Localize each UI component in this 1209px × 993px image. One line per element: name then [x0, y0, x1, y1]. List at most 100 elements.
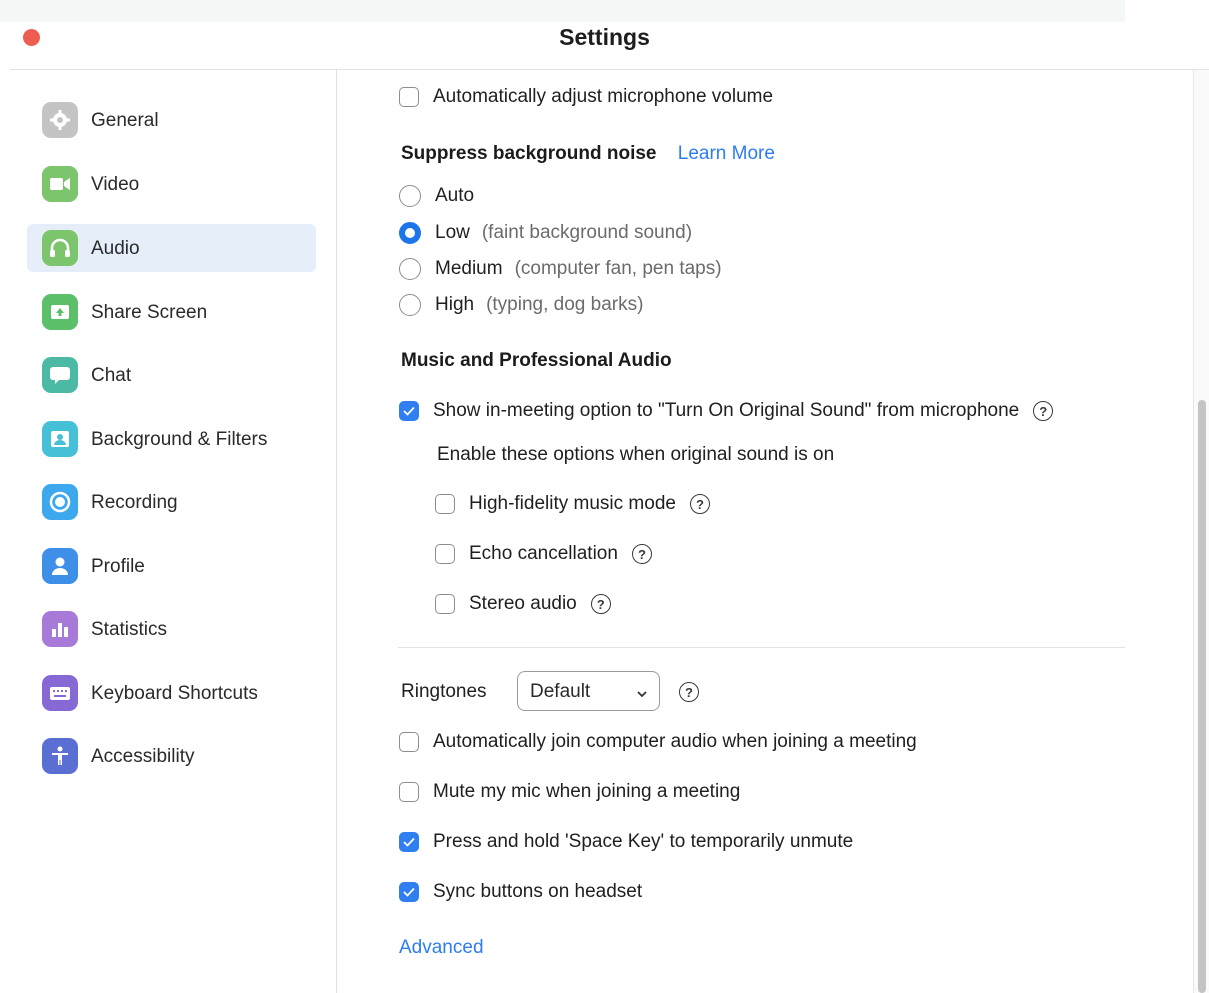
sidebar-item-general[interactable]: General: [27, 96, 316, 144]
sidebar-item-label: Share Screen: [91, 302, 208, 323]
sidebar-item-label: Accessibility: [91, 746, 195, 767]
echo-cancellation-label: Echo cancellation: [469, 543, 618, 564]
hifi-music-option[interactable]: High-fidelity music mode ?: [435, 493, 710, 515]
sync-headset-checkbox[interactable]: [399, 882, 419, 902]
record-icon: [42, 484, 78, 520]
ringtones-select-value: Default: [530, 681, 591, 702]
checkmark-icon: [403, 887, 415, 897]
echo-cancellation-option[interactable]: Echo cancellation ?: [435, 543, 652, 565]
sidebar-item-label: Chat: [91, 365, 132, 386]
keyboard-icon: [42, 675, 78, 711]
auto-join-audio-label: Automatically join computer audio when j…: [433, 731, 917, 752]
advanced-link[interactable]: Advanced: [399, 937, 484, 959]
auto-adjust-mic-checkbox[interactable]: [399, 87, 419, 107]
auto-adjust-mic-option[interactable]: Automatically adjust microphone volume: [399, 86, 773, 108]
echo-cancellation-checkbox[interactable]: [435, 544, 455, 564]
noise-option-label: Auto: [435, 185, 475, 206]
sidebar-item-label: Background & Filters: [91, 429, 268, 450]
noise-auto-radio[interactable]: [399, 185, 421, 207]
auto-adjust-mic-label: Automatically adjust microphone volume: [433, 86, 774, 107]
noise-option-medium[interactable]: Medium (computer fan, pen taps): [399, 258, 722, 280]
suppress-noise-heading: Suppress background noise: [401, 143, 657, 164]
stereo-audio-checkbox[interactable]: [435, 594, 455, 614]
sidebar-item-label: Video: [91, 174, 140, 195]
title-bar: Settings: [0, 0, 1209, 70]
noise-option-high[interactable]: High (typing, dog barks): [399, 294, 643, 316]
video-camera-icon: [42, 166, 78, 202]
sidebar-item-label: Statistics: [91, 619, 168, 640]
mute-on-join-option[interactable]: Mute my mic when joining a meeting: [399, 781, 740, 803]
chevron-down-icon: [637, 685, 647, 703]
sidebar-item-label: General: [91, 110, 159, 131]
space-to-unmute-option[interactable]: Press and hold 'Space Key' to temporaril…: [399, 831, 853, 853]
sidebar-divider: [336, 70, 337, 993]
original-sound-checkbox[interactable]: [399, 401, 419, 421]
noise-high-radio[interactable]: [399, 294, 421, 316]
sidebar-item-label: Recording: [91, 492, 178, 513]
ringtones-help[interactable]: ?: [665, 682, 699, 702]
noise-option-label: Medium: [435, 258, 503, 279]
ringtones-label-text: Ringtones: [401, 681, 487, 702]
auto-join-audio-option[interactable]: Automatically join computer audio when j…: [399, 731, 917, 753]
sidebar-item-label: Keyboard Shortcuts: [91, 683, 258, 704]
hifi-music-checkbox[interactable]: [435, 494, 455, 514]
person-portrait-icon: [42, 421, 78, 457]
help-icon[interactable]: ?: [590, 594, 611, 614]
sidebar-item-label: Profile: [91, 556, 145, 577]
noise-option-low[interactable]: Low (faint background sound): [399, 222, 692, 244]
ringtones-select[interactable]: Default: [517, 671, 660, 711]
noise-option-hint: (faint background sound): [481, 222, 693, 243]
space-to-unmute-checkbox[interactable]: [399, 832, 419, 852]
help-icon[interactable]: ?: [689, 494, 710, 514]
chat-bubble-icon: [42, 357, 78, 393]
stereo-audio-label: Stereo audio: [469, 593, 577, 614]
space-to-unmute-label: Press and hold 'Space Key' to temporaril…: [433, 831, 854, 852]
bar-chart-icon: [42, 611, 78, 647]
sidebar-item-statistics[interactable]: Statistics: [27, 605, 316, 653]
noise-option-label: High: [435, 294, 475, 315]
music-pro-heading: Music and Professional Audio: [401, 350, 672, 371]
sidebar-item-background-filters[interactable]: Background & Filters: [27, 415, 316, 463]
checkmark-icon: [403, 406, 415, 416]
sync-headset-option[interactable]: Sync buttons on headset: [399, 881, 642, 903]
sidebar-item-share-screen[interactable]: Share Screen: [27, 288, 316, 336]
learn-more-link[interactable]: Learn More: [678, 143, 775, 164]
auto-join-audio-checkbox[interactable]: [399, 732, 419, 752]
suppress-noise-section: Suppress background noise Learn More: [401, 143, 775, 165]
noise-option-label: Low: [435, 222, 470, 243]
noise-low-radio[interactable]: [399, 222, 421, 244]
noise-option-auto[interactable]: Auto: [399, 185, 474, 207]
window-title: Settings: [559, 24, 650, 50]
ringtones-label: Ringtones: [401, 681, 487, 703]
noise-option-hint: (typing, dog barks): [486, 294, 644, 315]
person-icon: [42, 548, 78, 584]
sidebar-item-keyboard-shortcuts[interactable]: Keyboard Shortcuts: [27, 669, 316, 717]
original-sound-sub-heading: Enable these options when original sound…: [437, 444, 834, 466]
gear-icon: [42, 102, 78, 138]
headphones-icon: [42, 230, 78, 266]
noise-option-hint: (computer fan, pen taps): [514, 258, 722, 279]
original-sound-label: Show in-meeting option to "Turn On Origi…: [433, 400, 1020, 421]
sidebar-item-accessibility[interactable]: Accessibility: [27, 732, 316, 780]
sidebar-item-label: Audio: [91, 238, 140, 259]
sidebar-item-recording[interactable]: Recording: [27, 478, 316, 526]
original-sound-option[interactable]: Show in-meeting option to "Turn On Origi…: [399, 400, 1054, 422]
sidebar-item-chat[interactable]: Chat: [27, 351, 316, 399]
sub-heading-text: Enable these options when original sound…: [437, 444, 835, 465]
noise-medium-radio[interactable]: [399, 258, 421, 280]
sidebar-item-audio[interactable]: Audio: [27, 224, 316, 272]
help-icon[interactable]: ?: [1033, 401, 1054, 421]
sidebar-item-video[interactable]: Video: [27, 160, 316, 208]
mute-on-join-checkbox[interactable]: [399, 782, 419, 802]
help-icon[interactable]: ?: [679, 682, 699, 702]
scrollbar-thumb[interactable]: [1198, 400, 1206, 993]
sidebar-item-profile[interactable]: Profile: [27, 542, 316, 590]
mute-on-join-label: Mute my mic when joining a meeting: [433, 781, 741, 802]
section-divider: [398, 647, 1125, 648]
stereo-audio-option[interactable]: Stereo audio ?: [435, 593, 611, 615]
settings-sidebar: General Video Audio Share Screen Chat Ba…: [10, 70, 336, 993]
accessibility-icon: [42, 738, 78, 774]
hifi-music-label: High-fidelity music mode: [469, 493, 676, 514]
share-screen-icon: [42, 294, 78, 330]
help-icon[interactable]: ?: [631, 544, 652, 564]
